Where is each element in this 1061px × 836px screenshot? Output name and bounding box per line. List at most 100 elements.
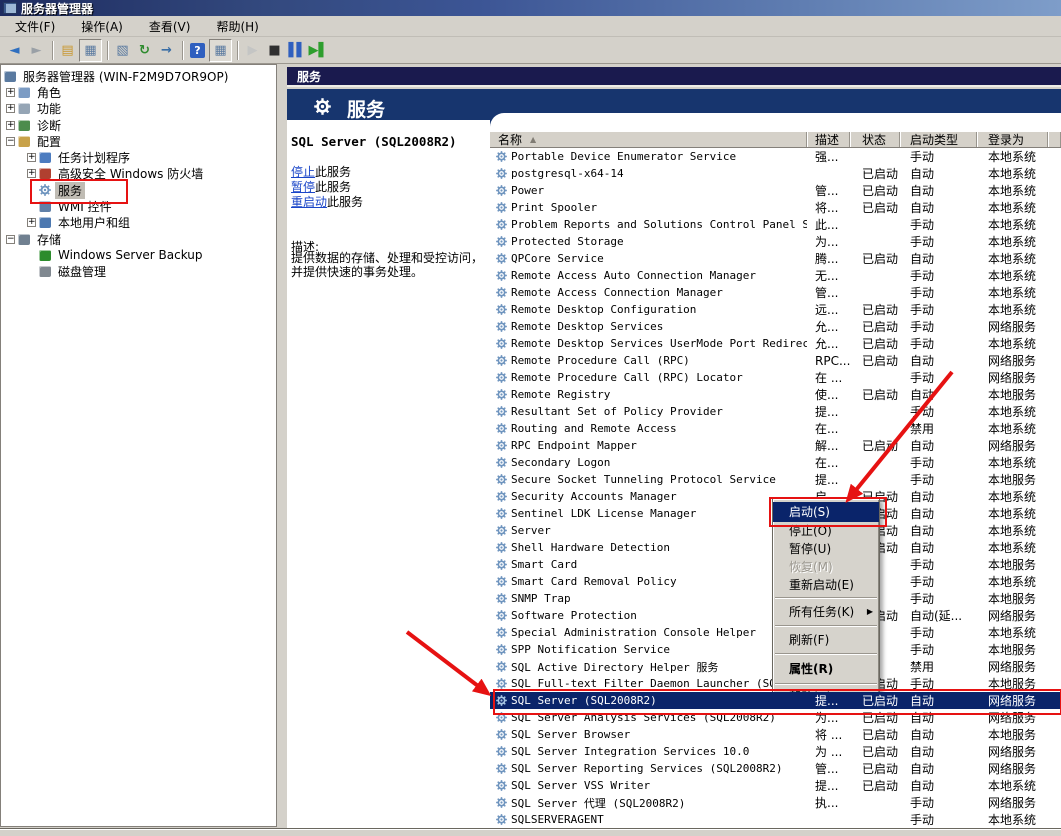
service-status-cell: 已启动 [850, 352, 900, 369]
expand-toggle-icon[interactable]: + [27, 218, 36, 227]
server-manager-icon [4, 71, 16, 82]
menu-item-属性[interactable]: 属性(R) [773, 658, 879, 680]
service-row[interactable]: QPCore Service腾...已启动自动本地系统 [490, 250, 1061, 267]
service-name-cell: Print Spooler [490, 201, 807, 214]
service-row[interactable]: Routing and Remote Access在...禁用本地系统 [490, 420, 1061, 437]
service-row[interactable]: Remote Procedure Call (RPC) Locator在 ...… [490, 369, 1061, 386]
service-row[interactable]: Remote Desktop Services UserMode Port Re… [490, 335, 1061, 352]
service-row[interactable]: SQL Server Integration Services 10.0为 ..… [490, 743, 1061, 760]
column-header-logon-as[interactable]: 登录为 [977, 132, 1048, 147]
menu-item-所有任务[interactable]: 所有任务(K)▶ [773, 602, 879, 622]
service-startup-type-cell: 自动 [900, 437, 977, 454]
column-header-name[interactable]: 名称▲ [490, 132, 807, 147]
service-logon-as-cell: 网络服务 [977, 743, 1048, 760]
expand-toggle-icon[interactable]: + [6, 121, 15, 130]
service-row[interactable]: Remote Desktop Services允...已启动手动网络服务 [490, 318, 1061, 335]
service-row[interactable]: Remote Access Auto Connection Manager无..… [490, 267, 1061, 284]
tree-item-firewall[interactable]: +高级安全 Windows 防火墙 [1, 166, 276, 182]
refresh-button[interactable]: ↻ [134, 40, 155, 61]
tree-item-roles[interactable]: + 角色 [1, 84, 276, 100]
menu-help[interactable]: 帮助(H) [207, 16, 267, 37]
collapse-toggle-icon[interactable]: − [6, 235, 15, 244]
tree-item-wmi-control[interactable]: WMI 控件 [1, 198, 276, 214]
expand-toggle-icon[interactable]: + [27, 169, 36, 178]
menu-action[interactable]: 操作(A) [72, 16, 132, 37]
service-name-cell: Remote Procedure Call (RPC) Locator [490, 371, 807, 384]
service-row[interactable]: SQLSERVERAGENT手动本地系统 [490, 811, 1061, 828]
pause-service-button[interactable]: ▌▌ [286, 40, 307, 61]
service-row[interactable]: Secondary Logon在...手动本地系统 [490, 454, 1061, 471]
service-row[interactable]: RPC Endpoint Mapper解...已启动自动网络服务 [490, 437, 1061, 454]
service-row[interactable]: Protected Storage为...手动本地系统 [490, 233, 1061, 250]
menu-item-恢复[interactable]: 恢复(M) [773, 558, 879, 576]
collapse-toggle-icon[interactable]: − [6, 137, 15, 146]
menu-file[interactable]: 文件(F) [6, 16, 64, 37]
service-row[interactable]: SQL Server Reporting Services (SQL2008R2… [490, 760, 1061, 777]
service-row[interactable]: postgresql-x64-14已启动自动本地系统 [490, 165, 1061, 182]
menu-view[interactable]: 查看(V) [140, 16, 200, 37]
service-row[interactable]: Remote Access Connection Manager管...手动本地… [490, 284, 1061, 301]
tree-item-features[interactable]: +功能 [1, 101, 276, 117]
back-button[interactable]: ◄ [4, 40, 25, 61]
stop-service-link[interactable]: 停止此服务 [291, 165, 363, 180]
expand-toggle-icon[interactable]: + [6, 88, 15, 97]
service-description-cell: 在 ... [807, 369, 850, 386]
start-service-button[interactable]: ▶ [242, 40, 263, 61]
service-row[interactable]: Print Spooler将...已启动自动本地系统 [490, 199, 1061, 216]
column-header-startup-type[interactable]: 启动类型 [900, 132, 977, 147]
menu-item-启动[interactable]: 启动(S) [773, 502, 879, 522]
service-startup-type-cell: 自动(延... [900, 607, 977, 624]
restart-service-link[interactable]: 重启动此服务 [291, 195, 363, 210]
tree-item-diagnostics[interactable]: +诊断 [1, 117, 276, 133]
tree-item-backup[interactable]: Windows Server Backup [1, 247, 276, 263]
menu-separator [775, 625, 877, 627]
tree-item-configuration[interactable]: −配置 [1, 133, 276, 149]
tree-item-disk-management[interactable]: 磁盘管理 [1, 264, 276, 280]
show-hide-console-tree-button[interactable]: ▦ [79, 39, 102, 62]
service-description-cell: 提... [807, 777, 850, 794]
tree-item-task-scheduler[interactable]: +任务计划程序 [1, 149, 276, 165]
export-list-button[interactable]: → [156, 40, 177, 61]
service-name-cell: Security Accounts Manager [490, 490, 807, 503]
restart-service-button[interactable]: ▶▌ [308, 40, 329, 61]
service-row[interactable]: Remote Registry使...已启动自动本地服务 [490, 386, 1061, 403]
tree-root-server-manager[interactable]: 服务器管理器 (WIN-F2M9D7OR9OP) [1, 68, 276, 84]
expand-toggle-icon[interactable]: + [27, 153, 36, 162]
service-row[interactable]: SQL Server (SQL2008R2)提...已启动自动网络服务 [490, 692, 1061, 709]
service-row[interactable]: Problem Reports and Solutions Control Pa… [490, 216, 1061, 233]
service-row[interactable]: SQL Server Browser将 ...已启动自动本地服务 [490, 726, 1061, 743]
service-row[interactable]: Power管...已启动自动本地系统 [490, 182, 1061, 199]
service-row[interactable]: Remote Desktop Configuration远...已启动手动本地系… [490, 301, 1061, 318]
service-gear-icon [496, 168, 507, 179]
service-row[interactable]: Secure Socket Tunneling Protocol Service… [490, 471, 1061, 488]
menu-item-停止[interactable]: 停止(O) [773, 522, 879, 540]
service-description-cell: 为... [807, 233, 850, 250]
show-console-tree-button[interactable]: ▤ [57, 40, 78, 61]
expand-toggle-icon[interactable]: + [6, 104, 15, 113]
pane-divider[interactable] [277, 64, 287, 835]
menu-item-暂停[interactable]: 暂停(U) [773, 540, 879, 558]
service-row[interactable]: SQL Server 代理 (SQL2008R2)执...手动网络服务 [490, 794, 1061, 811]
tree-item-storage[interactable]: −存储 [1, 231, 276, 247]
service-row[interactable]: SQL Server Analysis Services (SQL2008R2)… [490, 709, 1061, 726]
show-hide-action-pane-button[interactable]: ▦ [209, 39, 232, 62]
tree-item-label: 角色 [34, 84, 64, 101]
column-header-description[interactable]: 描述 [807, 132, 850, 147]
column-header-status[interactable]: 状态 [850, 132, 900, 147]
service-row[interactable]: Resultant Set of Policy Provider提...手动本地… [490, 403, 1061, 420]
service-startup-type-cell: 自动 [900, 726, 977, 743]
forward-button[interactable]: ► [26, 40, 47, 61]
menu-item-重新启动[interactable]: 重新启动(E) [773, 576, 879, 594]
help-button[interactable]: ? [187, 40, 208, 61]
service-description-cell: 腾... [807, 250, 850, 267]
menu-item-刷新[interactable]: 刷新(F) [773, 630, 879, 650]
tree-item-local-users-groups[interactable]: +本地用户和组 [1, 215, 276, 231]
tree-item-services-gear[interactable]: 服务 [1, 182, 276, 198]
pause-service-link[interactable]: 暂停此服务 [291, 180, 363, 195]
service-row[interactable]: Portable Device Enumerator Service强...手动… [490, 148, 1061, 165]
service-row[interactable]: Remote Procedure Call (RPC)RPC...已启动自动网络… [490, 352, 1061, 369]
stop-service-button[interactable]: ■ [264, 40, 285, 61]
service-startup-type-cell: 自动 [900, 386, 977, 403]
properties-button[interactable]: ▧ [112, 40, 133, 61]
service-row[interactable]: SQL Server VSS Writer提...已启动自动本地系统 [490, 777, 1061, 794]
